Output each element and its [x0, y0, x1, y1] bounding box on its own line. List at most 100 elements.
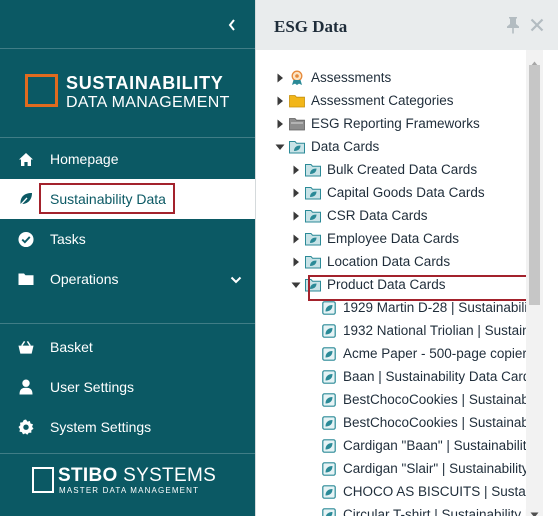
data-card-icon [321, 484, 337, 500]
tree-node-label: CHOCO AS BISCUITS | Sustainability Data … [343, 484, 526, 499]
expand-toggle-icon[interactable] [289, 186, 303, 200]
tree-node[interactable]: Location Data Cards [289, 250, 450, 273]
nav-item-system-settings[interactable]: System Settings [0, 407, 255, 447]
stibo-name: STIBO SYSTEMS [58, 465, 217, 486]
tree-node-data-card[interactable]: BestChocoCookies | Sustainability Data C… [305, 388, 526, 411]
divider [0, 48, 255, 49]
nav-item-homepage[interactable]: Homepage [0, 139, 255, 179]
data-card-icon [321, 415, 337, 431]
assessment-icon [289, 70, 305, 86]
nav-item-sustainability-data[interactable]: Sustainability Data [0, 179, 255, 219]
tree-node-label: Assessment Categories [311, 93, 454, 108]
data-card-folder-icon [305, 162, 321, 178]
tree-node-label: Employee Data Cards [327, 231, 460, 246]
expand-toggle-icon[interactable] [273, 94, 287, 108]
data-card-folder-icon [305, 254, 321, 270]
tree-node-data-card[interactable]: 1932 National Triolian | Sustainability … [305, 319, 526, 342]
tree-node-data-card[interactable]: Cardigan "Slair" | Sustainability Data C… [305, 457, 526, 480]
collapse-toggle-icon[interactable] [289, 278, 303, 292]
tree-node-data-card[interactable]: CHOCO AS BISCUITS | Sustainability Data … [305, 480, 526, 503]
nav-label: Sustainability Data [50, 191, 166, 207]
nav-label: System Settings [50, 419, 152, 435]
tree-node[interactable]: Assessments [273, 66, 391, 89]
sidebar: SUSTAINABILITY DATA MANAGEMENT Homepage … [0, 0, 255, 516]
tree-node-data-card[interactable]: Baan | Sustainability Data Card [305, 365, 526, 388]
tree-node[interactable]: Product Data Cards [289, 273, 446, 296]
data-card-icon [321, 392, 337, 408]
toggle-spacer [305, 439, 319, 453]
divider [0, 137, 255, 138]
scrollbar-thumb[interactable] [529, 65, 540, 305]
tree-node-label: Assessments [311, 70, 392, 85]
tree-node-label: BestChocoCookies | Sustainability Data C… [343, 392, 526, 407]
pin-icon[interactable] [506, 16, 520, 39]
gear-icon [18, 419, 34, 435]
expand-toggle-icon[interactable] [289, 232, 303, 246]
esg-data-panel: ESG Data Assessments Assessment Categorie… [255, 0, 558, 516]
data-card-icon [321, 369, 337, 385]
tree-node-data-card[interactable]: 1929 Martin D-28 | Sustainability Data C… [305, 296, 526, 319]
data-card-icon [321, 438, 337, 454]
close-icon[interactable] [530, 18, 544, 37]
tree-node-data-card[interactable]: Cardigan "Baan" | Sustainability Data Ca… [305, 434, 526, 457]
brand-line-2: DATA MANAGEMENT [66, 94, 230, 111]
tree-node-label: 1929 Martin D-28 | Sustainability Data C… [343, 300, 526, 315]
tree-node[interactable]: CSR Data Cards [289, 204, 428, 227]
home-icon [18, 151, 34, 167]
panel-title: ESG Data [274, 17, 348, 36]
expand-toggle-icon[interactable] [273, 71, 287, 85]
panel-header: ESG Data [256, 0, 558, 50]
tree-node[interactable]: Data Cards [273, 135, 379, 158]
tree-node-label: Capital Goods Data Cards [327, 185, 485, 200]
tree-node-label: Acme Paper - 500-page copier paper | Sus… [343, 346, 526, 361]
data-card-icon [321, 507, 337, 516]
tree-node-data-card[interactable]: BestChocoCookies | Sustainability Data C… [305, 411, 526, 434]
tree-node-data-card[interactable]: Circular T-shirt | Sustainability Data C… [305, 503, 526, 516]
collapse-sidebar-button[interactable] [222, 12, 242, 38]
tree-node[interactable]: ESG Reporting Frameworks [273, 112, 480, 135]
collapse-toggle-icon[interactable] [273, 140, 287, 154]
nav-item-operations[interactable]: Operations [0, 259, 255, 299]
expand-toggle-icon[interactable] [273, 117, 287, 131]
stibo-square-icon [32, 467, 54, 493]
expand-toggle-icon[interactable] [289, 163, 303, 177]
chevron-down-icon[interactable] [230, 272, 242, 290]
logo-square-icon [25, 74, 58, 107]
folder-icon [289, 93, 305, 109]
nav-item-user-settings[interactable]: User Settings [0, 367, 255, 407]
nav-item-tasks[interactable]: Tasks [0, 219, 255, 259]
tree-node[interactable]: Capital Goods Data Cards [289, 181, 485, 204]
divider [0, 453, 255, 454]
divider [0, 323, 255, 324]
toggle-spacer [305, 370, 319, 384]
tree-node-data-card[interactable]: Acme Paper - 500-page copier paper | Sus… [305, 342, 526, 365]
data-card-icon [321, 346, 337, 362]
tree-node[interactable]: Assessment Categories [273, 89, 454, 112]
tree-node-label: 1932 National Triolian | Sustainability … [343, 323, 526, 338]
toggle-spacer [305, 462, 319, 476]
tree-node[interactable]: Employee Data Cards [289, 227, 459, 250]
esg-data-tree: Assessments Assessment Categories ESG Repo… [256, 66, 526, 516]
data-card-folder-icon [305, 231, 321, 247]
vertical-scrollbar[interactable] [526, 50, 543, 516]
data-card-icon [321, 461, 337, 477]
toggle-spacer [305, 301, 319, 315]
nav-label: User Settings [50, 379, 135, 395]
data-card-folder-icon [305, 277, 321, 293]
tree-node-label: BestChocoCookies | Sustainability Data C… [343, 415, 526, 430]
user-icon [18, 379, 34, 395]
expand-toggle-icon[interactable] [289, 209, 303, 223]
tree-node-label: ESG Reporting Frameworks [311, 116, 480, 131]
tree-node[interactable]: Bulk Created Data Cards [289, 158, 477, 181]
tree-node-label: Cardigan "Baan" | Sustainability Data Ca… [343, 438, 526, 453]
nav-label: Basket [50, 339, 93, 355]
nav-item-basket[interactable]: Basket [0, 327, 255, 367]
data-card-icon [321, 323, 337, 339]
tree-node-label: Bulk Created Data Cards [327, 162, 478, 177]
toggle-spacer [305, 324, 319, 338]
expand-toggle-icon[interactable] [289, 255, 303, 269]
scroll-down-icon[interactable] [530, 505, 539, 516]
data-card-folder-icon [289, 139, 305, 155]
toggle-spacer [305, 508, 319, 516]
leaf-icon [18, 191, 34, 207]
